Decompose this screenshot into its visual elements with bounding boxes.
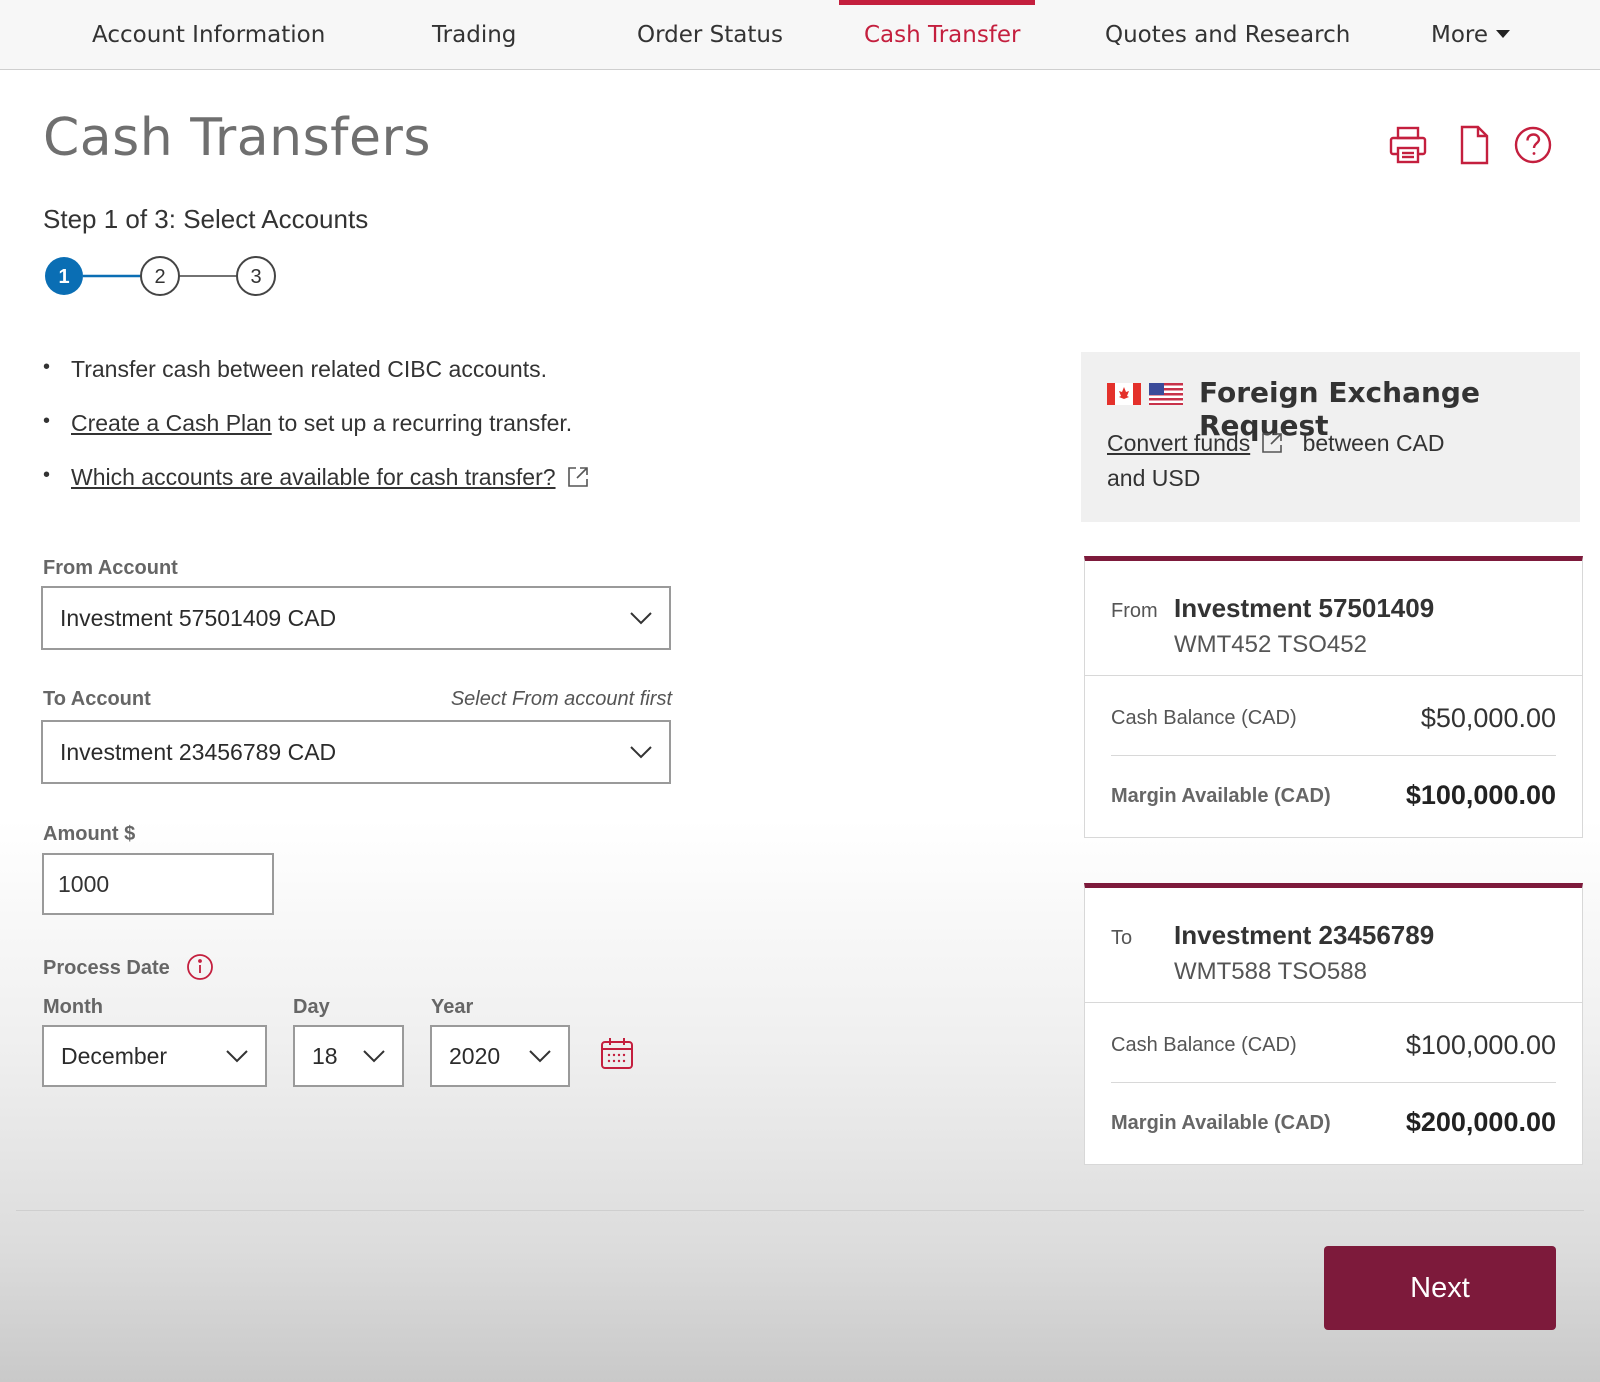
chevron-down-icon xyxy=(630,612,652,625)
chevron-down-icon xyxy=(630,746,652,759)
top-navigation: Account Information Trading Order Status… xyxy=(0,0,1600,70)
to-account-value: Investment 23456789 CAD xyxy=(60,738,337,765)
amount-input[interactable]: 1000 xyxy=(42,853,274,915)
step-1-number: 1 xyxy=(58,266,69,288)
month-select[interactable]: December xyxy=(42,1025,267,1087)
document-icon[interactable] xyxy=(1454,124,1494,166)
year-select[interactable]: 2020 xyxy=(430,1025,570,1087)
year-label: Year xyxy=(431,996,474,1018)
to-card-account-name: Investment 23456789 xyxy=(1174,920,1435,950)
row-divider xyxy=(1111,1082,1556,1083)
to-account-label: To Account xyxy=(43,688,151,710)
from-cash-balance-label: Cash Balance (CAD) xyxy=(1111,707,1297,729)
month-value: December xyxy=(61,1042,168,1069)
from-account-value: Investment 57501409 CAD xyxy=(60,604,337,631)
us-flag-icon xyxy=(1149,383,1183,405)
day-label: Day xyxy=(293,996,330,1018)
to-cash-balance-label: Cash Balance (CAD) xyxy=(1111,1034,1297,1056)
day-select[interactable]: 18 xyxy=(293,1025,404,1087)
nav-more[interactable]: More xyxy=(1431,22,1511,48)
fx-description: Convert funds between CAD and USD xyxy=(1107,426,1527,496)
from-account-card: From Investment 57501409 WMT452 TSO452 C… xyxy=(1084,556,1583,838)
progress-stepper: 1 2 3 xyxy=(43,256,283,300)
bullet-transfer-info: Transfer cash between related CIBC accou… xyxy=(43,356,743,410)
calendar-icon[interactable] xyxy=(599,1036,635,1072)
chevron-down-icon xyxy=(363,1050,385,1063)
fx-text-line2: and USD xyxy=(1107,465,1201,491)
create-cash-plan-link[interactable]: Create a Cash Plan xyxy=(71,410,272,436)
footer-divider xyxy=(16,1210,1584,1211)
step-2-number: 2 xyxy=(154,266,165,288)
info-icon[interactable] xyxy=(186,953,214,981)
nav-trading[interactable]: Trading xyxy=(432,22,516,48)
nav-active-indicator xyxy=(839,0,1035,5)
next-button[interactable]: Next xyxy=(1324,1246,1556,1330)
caret-down-icon xyxy=(1496,30,1511,38)
to-card-header: To Investment 23456789 WMT588 TSO588 xyxy=(1085,888,1582,1003)
from-account-select[interactable]: Investment 57501409 CAD xyxy=(41,586,671,650)
from-card-header: From Investment 57501409 WMT452 TSO452 xyxy=(1085,561,1582,676)
step-title: Step 1 of 3: Select Accounts xyxy=(43,204,369,234)
foreign-exchange-panel: Foreign Exchange Request Convert funds b… xyxy=(1081,352,1580,522)
page-title: Cash Transfers xyxy=(43,108,431,168)
from-card-account-name: Investment 57501409 xyxy=(1174,593,1435,623)
nav-account-information[interactable]: Account Information xyxy=(92,22,325,48)
nav-more-label: More xyxy=(1431,22,1489,48)
bullet-cash-plan: Create a Cash Plan to set up a recurring… xyxy=(43,410,743,464)
convert-funds-link[interactable]: Convert funds xyxy=(1107,430,1250,456)
to-cash-balance-value: $100,000.00 xyxy=(1405,1030,1556,1060)
from-card-account-sub: WMT452 TSO452 xyxy=(1174,631,1367,658)
canada-flag-icon xyxy=(1107,383,1141,405)
external-link-icon[interactable] xyxy=(566,465,590,489)
print-icon[interactable] xyxy=(1388,124,1428,166)
to-account-card: To Investment 23456789 WMT588 TSO588 Cas… xyxy=(1084,883,1583,1165)
year-value: 2020 xyxy=(449,1042,501,1069)
process-date-label: Process Date xyxy=(43,957,170,979)
help-icon[interactable] xyxy=(1513,124,1553,166)
nav-quotes-and-research[interactable]: Quotes and Research xyxy=(1105,22,1350,48)
to-margin-value: $200,000.00 xyxy=(1405,1107,1556,1137)
to-account-select[interactable]: Investment 23456789 CAD xyxy=(41,720,671,784)
to-card-direction: To xyxy=(1111,927,1133,949)
to-card-account-sub: WMT588 TSO588 xyxy=(1174,958,1367,985)
day-value: 18 xyxy=(312,1042,338,1069)
fx-text-after: between CAD xyxy=(1302,430,1445,456)
row-divider xyxy=(1111,755,1556,756)
from-margin-label: Margin Available (CAD) xyxy=(1111,785,1331,807)
nav-cash-transfer[interactable]: Cash Transfer xyxy=(864,22,1021,48)
step-3-number: 3 xyxy=(250,266,261,288)
external-link-icon[interactable] xyxy=(1260,430,1284,454)
available-accounts-link[interactable]: Which accounts are available for cash tr… xyxy=(71,464,556,490)
from-cash-balance-value: $50,000.00 xyxy=(1420,703,1556,733)
amount-label: Amount $ xyxy=(43,823,136,845)
to-margin-label: Margin Available (CAD) xyxy=(1111,1112,1331,1134)
amount-value: 1000 xyxy=(58,870,110,897)
from-card-direction: From xyxy=(1111,600,1158,622)
chevron-down-icon xyxy=(529,1050,551,1063)
info-bullets: Transfer cash between related CIBC accou… xyxy=(43,356,743,518)
to-account-hint: Select From account first xyxy=(450,688,672,710)
from-account-label: From Account xyxy=(43,557,178,579)
bullet-available-accounts: Which accounts are available for cash tr… xyxy=(43,464,743,518)
month-label: Month xyxy=(43,996,103,1018)
nav-order-status[interactable]: Order Status xyxy=(637,22,783,48)
chevron-down-icon xyxy=(226,1050,248,1063)
cash-plan-text: to set up a recurring transfer. xyxy=(271,410,573,436)
from-margin-value: $100,000.00 xyxy=(1405,780,1556,810)
